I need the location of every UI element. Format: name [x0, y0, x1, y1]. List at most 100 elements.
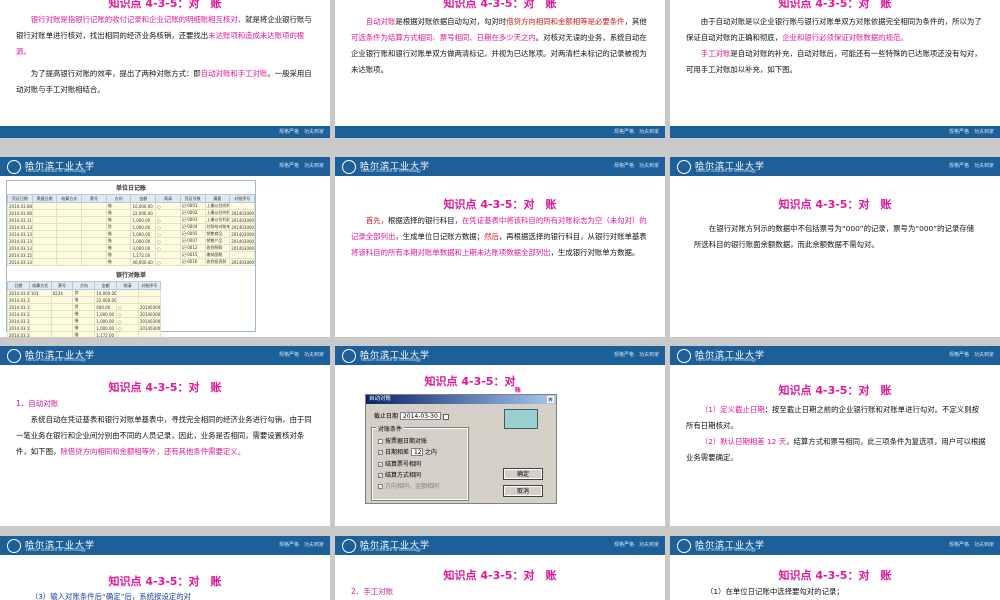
table-cell: 20140300003 [229, 223, 255, 231]
column-header: 对账序号 [229, 194, 255, 203]
table-row[interactable]: 2014.03.011010234贷10,000.00 [7, 289, 161, 297]
table-cell [56, 237, 83, 245]
table-cell: 记-0002 [179, 209, 206, 217]
table-cell: ○ [155, 244, 181, 252]
table-cell: 付款给对账单 [204, 223, 231, 231]
table-cell: 贷 [105, 223, 132, 231]
ledger-screenshot: 单位日记账 凭证日期 票据日期 结算方式 票号 方向 金额 两清 凭证号数 摘要 对账序号 2014… [6, 180, 256, 337]
header-bar: 哈尔滨工业大学 Harbin Institute of Technology 规… [335, 536, 665, 555]
calendar-icon[interactable] [442, 413, 449, 420]
table-cell: 缴纳国税 [204, 251, 231, 259]
slide-body: （1）定义截止日期：按至截止日期之前的企业银行账和对账单进行勾对。不定义则按所有… [686, 405, 986, 462]
ok-button[interactable]: 确定 [503, 468, 543, 480]
slide-10: 哈尔滨工业大学 Harbin Institute of Technology 规… [0, 536, 330, 600]
table-cell: 记-0012 [179, 244, 206, 252]
table-cell: 10,000.00 [130, 202, 157, 210]
table-cell: 2014.03.08 [7, 202, 33, 210]
table-row[interactable]: 2014.03.11 借1,000.00○记-0003上缴以往利润及借款20140… [7, 216, 255, 224]
ledger-title: 单位日记账 [115, 185, 146, 192]
column-header: 两清 [155, 194, 181, 203]
table-cell: 20140300005 [137, 324, 161, 332]
slide-body: 由于自动对账是以企业银行账与银行对账单双方对账依据完全相同为条件的，所以为了保证… [686, 17, 982, 74]
table-row[interactable]: 2014.03.15 借 1,172.00 记-0015 缴纳国税 [7, 251, 255, 259]
table-cell: 借 [105, 244, 132, 252]
column-header: 凭证号数 [179, 194, 206, 203]
table-cell [81, 258, 107, 266]
table-row[interactable]: 2014.03.11 贷400.00○20140300002 [7, 303, 161, 311]
table-cell: ○ [155, 230, 181, 238]
table-cell: 40,000.00 [130, 258, 157, 266]
university-seal-icon [342, 159, 356, 174]
slide-body: 2．手工对账 [351, 584, 651, 600]
table-cell: 借 [105, 209, 132, 217]
cancel-button[interactable]: 取消 [503, 485, 543, 497]
table-cell: 收到投资款 [204, 258, 231, 266]
table-cell [81, 237, 107, 245]
cond-bill-date-checkbox[interactable]: 按票据日期对账 [378, 436, 427, 445]
table-cell: 借 [72, 296, 96, 304]
auto-reconcile-dialog: 自动对账 × 截止日期 2014-03-30 对账条件 按票据日期对账 ✓ 日期相… [365, 394, 557, 504]
slide-title: 知识点 4-3-5：对 账 [108, 381, 222, 394]
bank-statement-title: 银行对账单 [115, 272, 146, 279]
table-row[interactable]: 2014.03.13 借1,000.00○20140300004 [7, 317, 161, 325]
slide-body: 自动对账是根据对账依据自动勾对，勾对时借贷方向相同和金额相等是必要条件，其他可选… [351, 17, 647, 74]
table-cell: 20140300002 [137, 303, 161, 311]
table-cell [137, 331, 161, 337]
slide-12: 哈尔滨工业大学 Harbin Institute of Technology 规… [670, 536, 1000, 600]
table-row[interactable]: 2014.03.13 借1,172.00 [7, 331, 161, 337]
table-cell [116, 331, 139, 337]
table-cell: ○ [116, 324, 139, 332]
table-cell: 2014.03.13 [7, 310, 30, 318]
table-cell: 20140300006 [229, 244, 255, 252]
column-header: 日期 [7, 281, 30, 290]
table-row[interactable]: 2014.03.10 借22,000.00 [7, 296, 161, 304]
table-cell [50, 303, 74, 311]
table-cell: 1,000.00 [130, 237, 157, 245]
table-row[interactable]: 2014.03.13 借1,000.00○记-0005销售商品2014030000… [7, 230, 255, 238]
table-cell [28, 303, 52, 311]
table-cell [56, 209, 83, 217]
cond-settle-method-checkbox[interactable]: ✓ 结算方式相同 [378, 470, 421, 479]
slide-title: 知识点 4-3-5：对 账 [443, 198, 557, 211]
table-cell [56, 216, 83, 224]
table-cell [31, 216, 58, 224]
close-icon[interactable]: × [547, 396, 554, 403]
table-cell: 2014.03.10 [7, 296, 30, 304]
table-row[interactable]: 2014.03.13 借 40,000.00 ○ 记-0016 收到投资款 20140300… [7, 258, 255, 266]
table-row[interactable]: 2014.03.13 借3,000.00○记-0012收到预款2014030000… [7, 244, 255, 252]
slide-6: 哈尔滨工业大学 Harbin Institute of Technology 规… [670, 157, 1000, 337]
slide-8: 哈尔滨工业大学 Harbin Institute of Technology 规… [335, 346, 665, 526]
table-cell: 2014.03.13 [7, 258, 33, 266]
cutoff-date-input[interactable]: 2014-03-30 [399, 412, 441, 420]
university-seal-icon [7, 159, 21, 174]
table-cell [81, 244, 107, 252]
cond-bill-no-checkbox[interactable]: ✓ 结算票号相同 [378, 459, 421, 468]
table-cell [56, 251, 83, 259]
condition-group-label: 对账条件 [376, 424, 405, 433]
table-row[interactable]: 2014.03.13 借1,000.00○20140300005 [7, 324, 161, 332]
column-header: 对账序号 [137, 281, 161, 290]
table-cell: 20140300002 [229, 216, 255, 224]
table-cell: 101 [28, 289, 52, 297]
table-cell [28, 310, 52, 318]
table-cell: 1,172.00 [94, 331, 118, 337]
table-cell [229, 251, 255, 259]
table-cell: 借 [105, 258, 132, 266]
table-cell: 记-0005 [179, 230, 206, 238]
slide-body: （1）在单位日记账中选择要勾对的记录； [706, 587, 844, 596]
university-seal-icon [342, 348, 356, 363]
table-cell: 2014.03.01 [7, 289, 30, 297]
table-row[interactable]: 2014.03.13 借1,000.00○记-0007销售产品2014030000… [7, 237, 255, 245]
table-cell: ○ [116, 303, 139, 311]
table-cell [137, 289, 161, 297]
table-row[interactable]: 2014.03.08 借10,000.00○记-0001上缴以往的利润 [7, 202, 255, 210]
table-row[interactable]: 2014.03.13 借1,000.00○20140300003 [7, 310, 161, 318]
header-bar: 哈尔滨工业大学 Harbin Institute of Technology 规… [670, 346, 1000, 365]
column-header: 方向 [105, 194, 132, 203]
university-seal-icon [677, 159, 691, 174]
date-diff-days-input[interactable]: 12 [410, 448, 423, 456]
cond-date-diff-checkbox[interactable]: ✓ 日期相差 12 之内 [378, 447, 437, 456]
table-row[interactable]: 2014.03.08 借22,000.00 记-0002上缴以往的利润2014030… [7, 209, 255, 217]
table-row[interactable]: 2014.03.13 贷 1,000.00 ○ 记-0004 付款给对账单 20140300… [7, 223, 255, 231]
bank-statement-table: 日期结算方式票号方向金额两清对账序号2014.03.011010234贷10,0… [7, 281, 161, 337]
